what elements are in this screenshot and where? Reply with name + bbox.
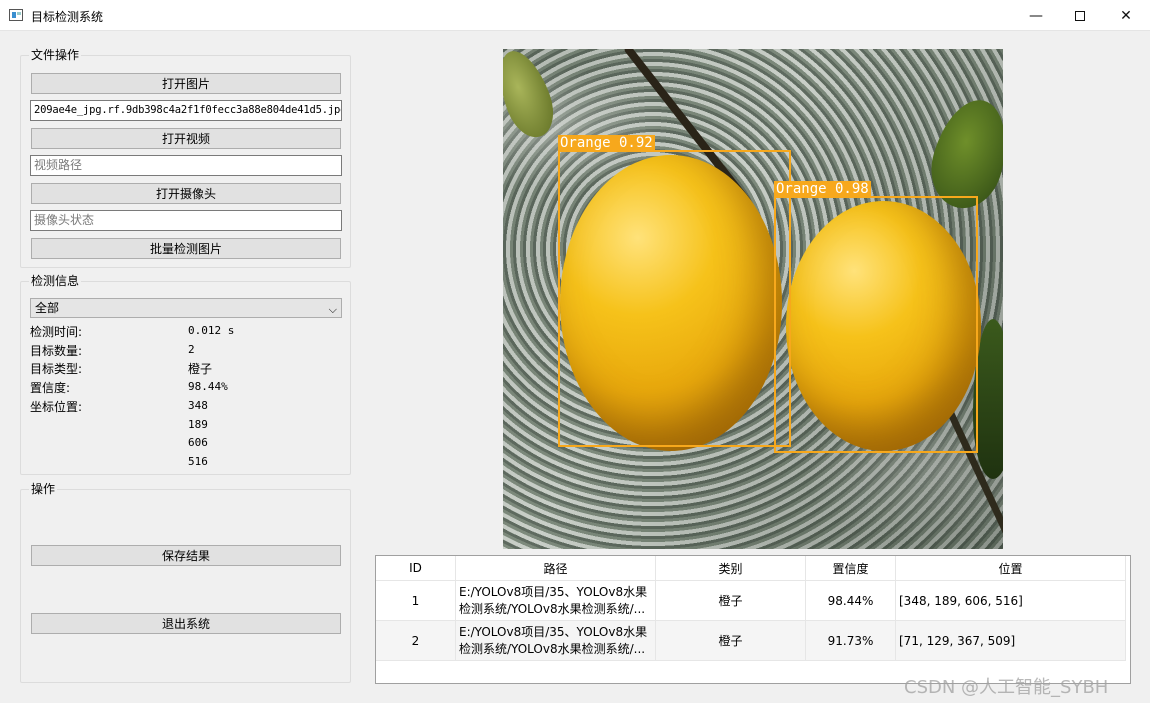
target-filter-value: 全部 — [35, 301, 60, 315]
count-value: 2 — [188, 343, 195, 356]
cell-confidence: 91.73% — [806, 621, 896, 660]
cell-path: E:/YOLOv8项目/35、YOLOv8水果检测系统/YOLOv8水果检测系统… — [456, 581, 656, 620]
header-path[interactable]: 路径 — [456, 556, 656, 580]
detect-info-title: 检测信息 — [29, 274, 82, 288]
header-confidence[interactable]: 置信度 — [806, 556, 896, 580]
cell-path-text: E:/YOLOv8项目/35、YOLOv8水果检测系统/YOLOv8水果检测系统… — [459, 624, 648, 656]
ops-title: 操作 — [29, 482, 58, 496]
cell-position: [348, 189, 606, 516] — [896, 581, 1126, 620]
maximize-button[interactable] — [1057, 0, 1103, 31]
cell-path-text: E:/YOLOv8项目/35、YOLOv8水果检测系统/YOLOv8水果检测系统… — [459, 584, 648, 616]
maximize-icon — [1075, 10, 1085, 21]
position-label: 坐标位置: — [30, 400, 83, 414]
window-title: 目标检测系统 — [31, 10, 104, 24]
video-path-field[interactable]: 视频路径 — [30, 155, 342, 176]
detection-box: Orange 0.98 — [774, 181, 978, 453]
minimize-button[interactable]: — — [1013, 0, 1059, 31]
cell-confidence: 98.44% — [806, 581, 896, 620]
cell-position: [71, 129, 367, 509] — [896, 621, 1126, 660]
target-filter-select[interactable]: 全部 ⌵ — [30, 298, 342, 318]
save-results-button[interactable]: 保存结果 — [31, 545, 341, 566]
position-xmax: 606 — [188, 436, 208, 449]
cell-id: 1 — [376, 581, 456, 620]
results-table[interactable]: ID 路径 类别 置信度 位置 1 E:/YOLOv8项目/35、YOLOv8水… — [375, 555, 1131, 684]
exit-system-button[interactable]: 退出系统 — [31, 613, 341, 634]
type-label: 目标类型: — [30, 362, 83, 376]
table-row[interactable]: 2 E:/YOLOv8项目/35、YOLOv8水果检测系统/YOLOv8水果检测… — [376, 621, 1126, 661]
cell-type: 橙子 — [656, 581, 806, 620]
close-icon: ✕ — [1120, 7, 1132, 24]
header-id[interactable]: ID — [376, 556, 456, 580]
image-path-field[interactable]: 209ae4e_jpg.rf.9db398c4a2f1f0fecc3a88e80… — [30, 100, 342, 121]
time-value: 0.012 s — [188, 324, 235, 337]
close-button[interactable]: ✕ — [1103, 0, 1149, 31]
watermark-text: CSDN @人工智能_SYBH — [904, 677, 1109, 698]
detection-box: Orange 0.92 — [558, 135, 791, 447]
count-label: 目标数量: — [30, 344, 83, 358]
minimize-icon: — — [1029, 7, 1043, 24]
open-camera-button[interactable]: 打开摄像头 — [31, 183, 341, 204]
cell-id: 2 — [376, 621, 456, 660]
open-image-button[interactable]: 打开图片 — [31, 73, 341, 94]
batch-detect-button[interactable]: 批量检测图片 — [31, 238, 341, 259]
camera-status-field[interactable]: 摄像头状态 — [30, 210, 342, 231]
position-ymin: 189 — [188, 418, 208, 431]
position-xmin: 348 — [188, 399, 208, 412]
detect-info-group: 检测信息 全部 ⌵ 检测时间: 0.012 s 目标数量: 2 目标类型: 橙子… — [20, 274, 351, 475]
title-bar: 目标检测系统 — ✕ — [0, 0, 1150, 31]
header-type[interactable]: 类别 — [656, 556, 806, 580]
file-ops-group: 文件操作 打开图片 209ae4e_jpg.rf.9db398c4a2f1f0f… — [20, 48, 351, 268]
confidence-label: 置信度: — [30, 381, 71, 395]
app-icon — [9, 9, 23, 21]
cell-type: 橙子 — [656, 621, 806, 660]
cell-path: E:/YOLOv8项目/35、YOLOv8水果检测系统/YOLOv8水果检测系统… — [456, 621, 656, 660]
detection-label: Orange 0.98 — [774, 181, 871, 197]
table-row[interactable]: 1 E:/YOLOv8项目/35、YOLOv8水果检测系统/YOLOv8水果检测… — [376, 581, 1126, 621]
chevron-down-icon: ⌵ — [328, 303, 337, 316]
table-header: ID 路径 类别 置信度 位置 — [376, 556, 1126, 581]
header-position[interactable]: 位置 — [896, 556, 1126, 580]
type-value: 橙子 — [188, 362, 213, 376]
detection-label: Orange 0.92 — [558, 135, 655, 151]
file-ops-title: 文件操作 — [29, 48, 82, 62]
detection-image: Orange 0.92 Orange 0.98 — [503, 49, 1003, 549]
time-label: 检测时间: — [30, 325, 83, 339]
ops-group: 操作 保存结果 退出系统 — [20, 482, 351, 683]
open-video-button[interactable]: 打开视频 — [31, 128, 341, 149]
position-ymax: 516 — [188, 455, 208, 468]
confidence-value: 98.44% — [188, 380, 228, 393]
